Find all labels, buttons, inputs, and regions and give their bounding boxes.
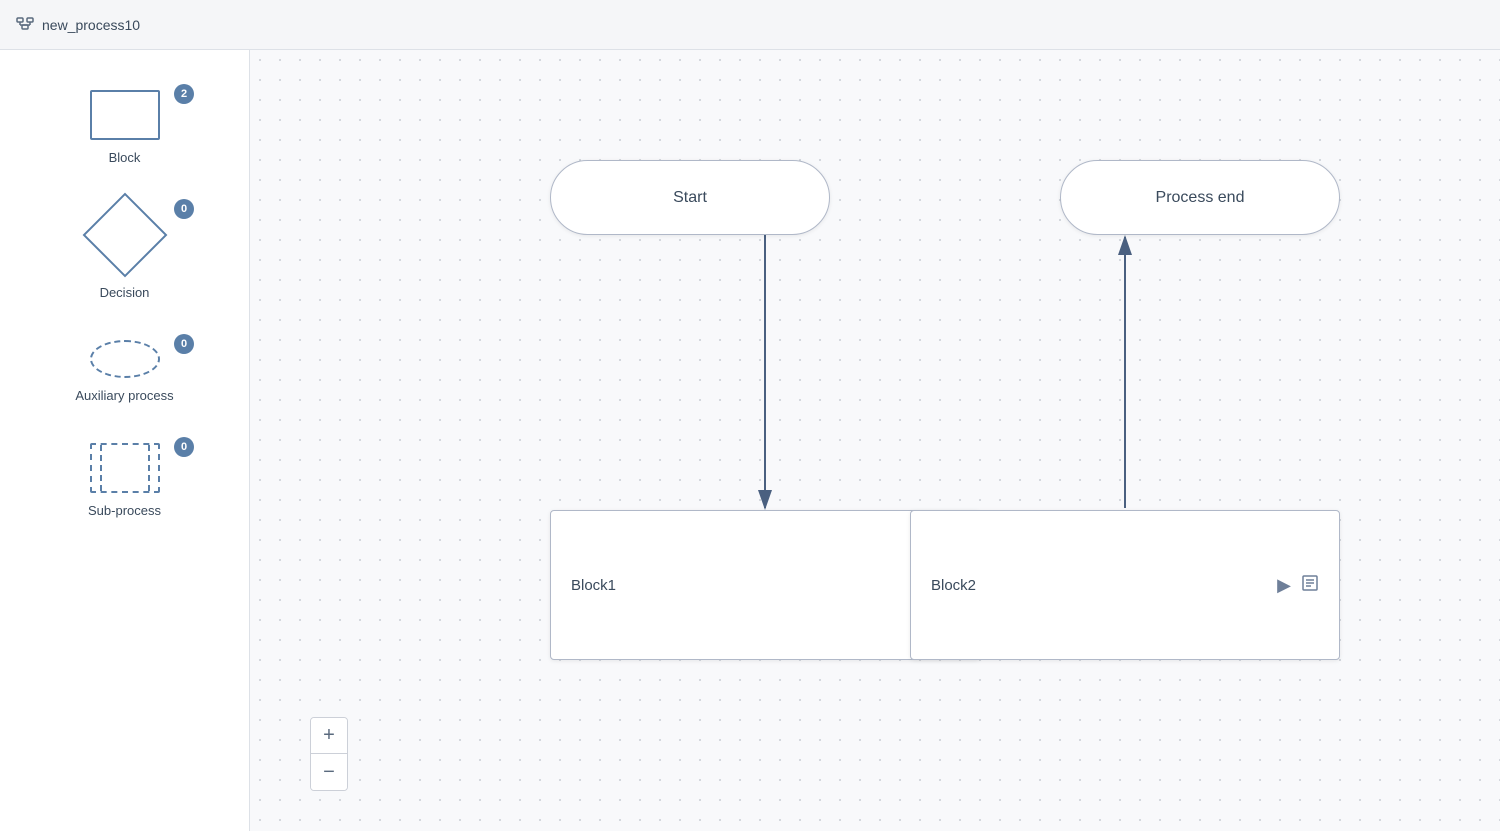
sidebar-item-decision[interactable]: 0 Decision [0,185,249,320]
zoom-in-button[interactable]: + [311,718,347,754]
node-block2-label: Block2 [931,577,1277,594]
title-bar: new_process10 [0,0,1500,50]
node-block1-label: Block1 [571,577,917,594]
sidebar: 2 Block 0 Decision 0 Auxiliary process 0… [0,50,250,831]
canvas[interactable]: Start Process end Block1 ▶ [250,50,1500,831]
auxiliary-label: Auxiliary process [75,388,173,403]
zoom-controls: + − [310,717,348,791]
subprocess-shape [90,443,160,493]
auxiliary-shape [90,340,160,378]
node-process-end-label: Process end [1156,189,1245,207]
node-block2[interactable]: Block2 ▶ [910,510,1340,660]
decision-badge: 0 [174,199,194,219]
block-badge: 2 [174,84,194,104]
node-start[interactable]: Start [550,160,830,235]
block2-edit-icon[interactable] [1301,574,1319,597]
main-area: 2 Block 0 Decision 0 Auxiliary process 0… [0,50,1500,831]
node-process-end[interactable]: Process end [1060,160,1340,235]
node-block2-icons: ▶ [1277,574,1319,597]
decision-shape [82,193,167,278]
subprocess-label: Sub-process [88,503,161,518]
page-title: new_process10 [42,17,140,33]
block-shape [90,90,160,140]
node-start-label: Start [673,189,707,207]
sidebar-item-subprocess[interactable]: 0 Sub-process [0,423,249,538]
decision-label: Decision [100,285,150,300]
block2-play-icon[interactable]: ▶ [1277,575,1291,596]
sidebar-item-block[interactable]: 2 Block [0,70,249,185]
block-label: Block [109,150,141,165]
zoom-out-button[interactable]: − [311,754,347,790]
process-icon [16,13,34,36]
auxiliary-badge: 0 [174,334,194,354]
sidebar-item-auxiliary[interactable]: 0 Auxiliary process [0,320,249,423]
subprocess-badge: 0 [174,437,194,457]
